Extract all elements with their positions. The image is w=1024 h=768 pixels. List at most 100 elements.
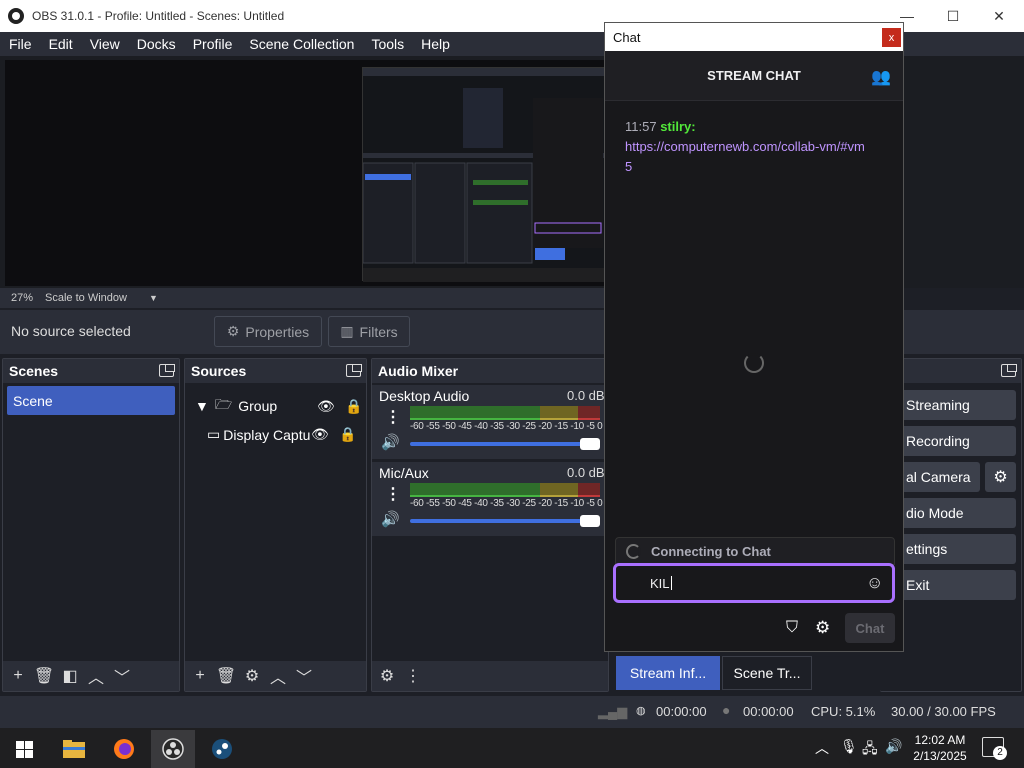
lock-icon[interactable]: 🔒 xyxy=(345,398,362,415)
source-item-display-capture[interactable]: ▭ Display Captu 👁 🔒 xyxy=(207,426,365,443)
menu-edit[interactable]: Edit xyxy=(40,36,81,52)
mixer-channel-desktop: Desktop Audio 0.0 dB ⋮ -60 -55 -50 -45 -… xyxy=(372,385,608,459)
stream-icon: ◍ xyxy=(636,705,646,717)
message-user[interactable]: stilry: xyxy=(660,119,695,134)
users-icon[interactable]: 👥 xyxy=(871,67,891,87)
emoji-icon[interactable]: ☺ xyxy=(866,573,883,593)
chat-send-button[interactable]: Chat xyxy=(845,613,895,643)
slider-knob[interactable] xyxy=(580,515,600,527)
clock[interactable]: 12:02 AM 2/13/2025 xyxy=(908,732,972,764)
chat-input-value: KIL xyxy=(650,575,670,591)
eye-icon[interactable]: 👁 xyxy=(317,398,335,415)
more-options-icon[interactable]: ⋮ xyxy=(402,665,424,687)
meter-scale: -60 -55 -50 -45 -40 -35 -30 -25 -20 -15 … xyxy=(410,498,603,509)
undock-icon[interactable] xyxy=(159,364,175,377)
loading-spinner-icon xyxy=(744,353,764,373)
steam-icon[interactable] xyxy=(202,730,242,768)
trash-icon[interactable]: 🗑 xyxy=(33,665,55,687)
obs-taskbar-icon[interactable] xyxy=(151,730,195,768)
notification-icon[interactable]: 2 xyxy=(982,737,1007,760)
undock-icon[interactable] xyxy=(1001,364,1017,377)
chevron-down-icon[interactable]: ▼ xyxy=(149,293,158,303)
zoom-level: 27% xyxy=(11,292,34,304)
more-options-icon[interactable]: ⋮ xyxy=(385,407,401,427)
cpu-usage: CPU: 5.1% xyxy=(811,704,876,719)
chat-window: Chat x STREAM CHAT 👥 11:57 stilry: https… xyxy=(604,22,904,652)
mixer-title: Audio Mixer xyxy=(372,359,608,383)
chevron-down-icon[interactable]: ﹀ xyxy=(293,665,315,687)
preview-capture-image xyxy=(362,68,606,282)
stream-time: 00:00:00 xyxy=(656,704,707,719)
chat-header: STREAM CHAT 👥 xyxy=(605,51,903,101)
firefox-icon[interactable] xyxy=(104,730,144,768)
more-options-icon[interactable]: ⋮ xyxy=(385,484,401,504)
chevron-up-icon[interactable]: ︿ xyxy=(85,665,107,687)
trash-icon[interactable]: 🗑 xyxy=(215,665,237,687)
caret-down-icon[interactable]: ▼ xyxy=(195,398,209,414)
window-title: OBS 31.0.1 - Profile: Untitled - Scenes:… xyxy=(32,9,285,23)
chevron-up-icon[interactable]: ︿ xyxy=(267,665,289,687)
message-link[interactable]: https://computernewb.com/collab-vm/#vm5 xyxy=(625,139,865,174)
scene-item[interactable]: Scene xyxy=(7,386,175,415)
volume-icon[interactable]: 🔊 xyxy=(885,738,902,755)
gear-icon: ⚙ xyxy=(226,323,240,339)
fps-readout: 30.00 / 30.00 FPS xyxy=(891,704,996,719)
menu-view[interactable]: View xyxy=(81,36,128,52)
lock-icon[interactable]: 🔒 xyxy=(339,426,356,443)
menu-tools[interactable]: Tools xyxy=(362,36,412,52)
chevron-down-icon[interactable]: ﹀ xyxy=(111,665,133,687)
scenes-toolbar: + 🗑 ◧ ︿ ﹀ xyxy=(3,661,179,691)
chat-input[interactable]: KIL ☺ xyxy=(613,563,895,603)
tab-stream-info[interactable]: Stream Inf... xyxy=(616,656,720,690)
source-item-group[interactable]: ▼ 🗁 Group 👁 🔒 xyxy=(195,394,365,418)
preview-display-capture xyxy=(362,67,606,282)
scenes-dock: Scenes Scene + 🗑 ◧ ︿ ﹀ xyxy=(2,358,180,692)
volume-meter xyxy=(410,406,600,420)
chat-window-title: Chat xyxy=(613,29,641,45)
scale-mode-select[interactable]: Scale to Window xyxy=(45,292,127,304)
undock-icon[interactable] xyxy=(346,364,362,377)
channel-name: Mic/Aux xyxy=(379,465,429,481)
spinner-icon xyxy=(626,543,641,559)
signal-icon: ▂▄▆ xyxy=(598,704,628,719)
microphone-icon[interactable]: 🎙 xyxy=(840,738,858,755)
clock-date: 2/13/2025 xyxy=(913,749,967,763)
speaker-icon[interactable]: 🔊 xyxy=(381,510,400,528)
tab-scene-transitions[interactable]: Scene Tr... xyxy=(722,656,812,690)
chat-close-button[interactable]: x xyxy=(882,28,901,47)
channel-level: 0.0 dB xyxy=(567,388,605,403)
gear-icon[interactable]: ⚙ xyxy=(376,665,398,687)
slider-knob[interactable] xyxy=(580,438,600,450)
status-bar: ▂▄▆ ◍ 00:00:00 ● 00:00:00 CPU: 5.1% 30.0… xyxy=(0,696,1024,728)
menu-profile[interactable]: Profile xyxy=(184,36,241,52)
preview-zoom-bar: 27% Scale to Window ▼ xyxy=(0,288,604,308)
scenes-title: Scenes xyxy=(3,359,179,383)
properties-button[interactable]: ⚙ Properties xyxy=(214,316,322,347)
gear-icon[interactable]: ⚙ xyxy=(241,665,263,687)
menu-scene-collection[interactable]: Scene Collection xyxy=(240,36,362,52)
add-icon[interactable]: + xyxy=(189,665,211,687)
menu-help[interactable]: Help xyxy=(412,36,458,52)
chevron-up-icon[interactable]: ︿ xyxy=(815,738,829,758)
chat-header-title: STREAM CHAT xyxy=(707,68,801,83)
menu-file[interactable]: File xyxy=(0,36,40,52)
filters-button[interactable]: ▥ Filters xyxy=(328,316,410,347)
maximize-button[interactable]: ☐ xyxy=(930,0,976,32)
volume-meter xyxy=(410,483,600,497)
volume-slider[interactable] xyxy=(410,515,600,527)
gear-icon[interactable]: ⚙ xyxy=(815,618,830,638)
bits-icon[interactable]: ⛉ xyxy=(786,619,798,637)
add-icon[interactable]: + xyxy=(7,665,29,687)
menu-docks[interactable]: Docks xyxy=(128,36,184,52)
filter-icon[interactable]: ◧ xyxy=(59,665,81,687)
eye-icon[interactable]: 👁 xyxy=(311,426,329,443)
channel-name: Desktop Audio xyxy=(379,388,470,404)
gear-icon[interactable]: ⚙ xyxy=(985,462,1016,492)
volume-slider[interactable] xyxy=(410,438,600,450)
file-explorer-icon[interactable] xyxy=(54,730,94,768)
windows-start-icon[interactable] xyxy=(4,730,44,768)
chat-title-bar: Chat x xyxy=(605,23,903,51)
speaker-icon[interactable]: 🔊 xyxy=(381,433,400,451)
network-icon[interactable]: 🖧 xyxy=(862,738,878,762)
close-button[interactable]: ✕ xyxy=(976,0,1022,32)
